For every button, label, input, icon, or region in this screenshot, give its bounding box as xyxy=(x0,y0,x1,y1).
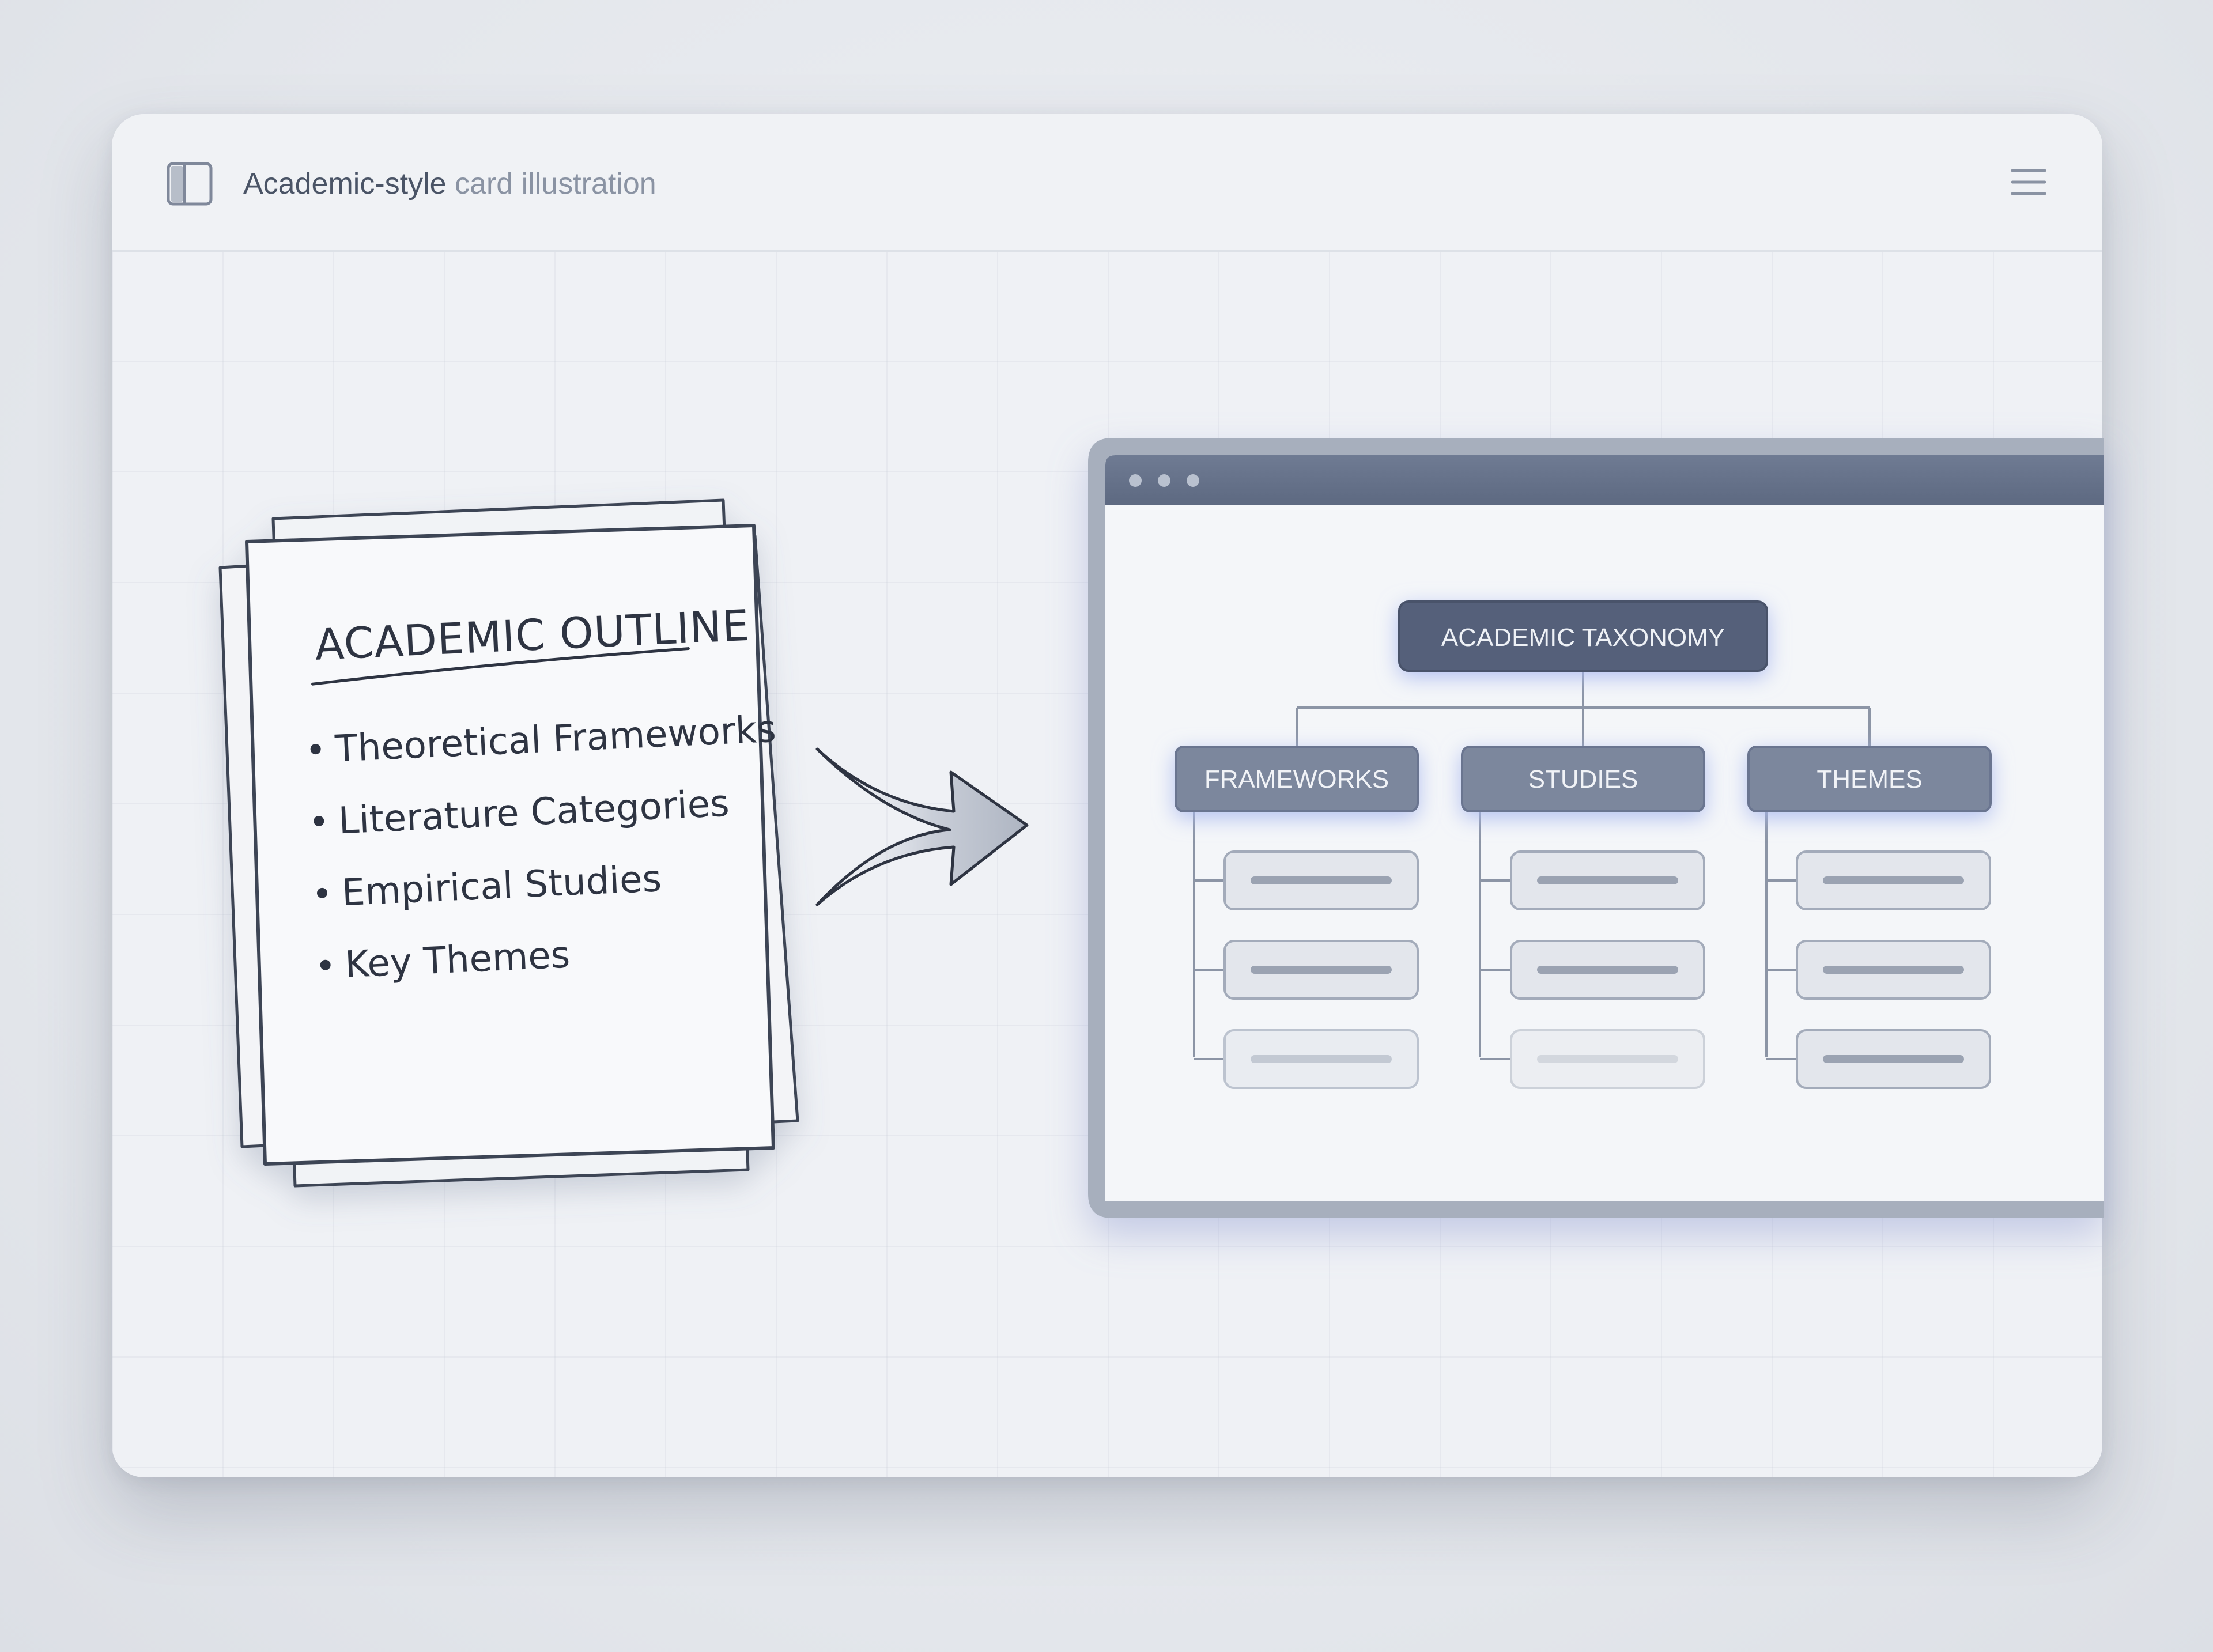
window-dot-icon xyxy=(1158,474,1170,487)
leaf-node xyxy=(1510,940,1705,1000)
leaf-node xyxy=(1796,1029,1991,1089)
branch-label: FRAMEWORKS xyxy=(1204,765,1389,793)
root-node-label: ACADEMIC TAXONOMY xyxy=(1441,623,1725,652)
right-arrow-icon xyxy=(815,747,1029,906)
branch-label: THEMES xyxy=(1817,765,1922,793)
leaf-node xyxy=(1796,850,1991,910)
leaf-node xyxy=(1223,1029,1419,1089)
taxonomy-window: ACADEMIC TAXONOMY FRAMEWORKS STUDIES THE… xyxy=(1088,438,2104,1218)
leaf-node xyxy=(1510,850,1705,910)
illustration-stage: ACADEMIC OUTLINE Theoretical Frameworks … xyxy=(218,438,2104,1218)
leaf-node xyxy=(1223,850,1419,910)
leaf-nodes xyxy=(1223,850,1991,1089)
root-node: ACADEMIC TAXONOMY xyxy=(1398,600,1768,672)
branch-node-themes: THEMES xyxy=(1747,746,1992,812)
branch-node-frameworks: FRAMEWORKS xyxy=(1175,746,1419,812)
window-dot-icon xyxy=(1187,474,1199,487)
leaf-node xyxy=(1223,940,1419,1000)
leaf-node xyxy=(1510,1029,1705,1089)
window-dot-icon xyxy=(1129,474,1142,487)
branch-node-studies: STUDIES xyxy=(1461,746,1705,812)
window-titlebar xyxy=(1105,455,2104,505)
branch-label: STUDIES xyxy=(1528,765,1638,793)
leaf-node xyxy=(1796,940,1991,1000)
